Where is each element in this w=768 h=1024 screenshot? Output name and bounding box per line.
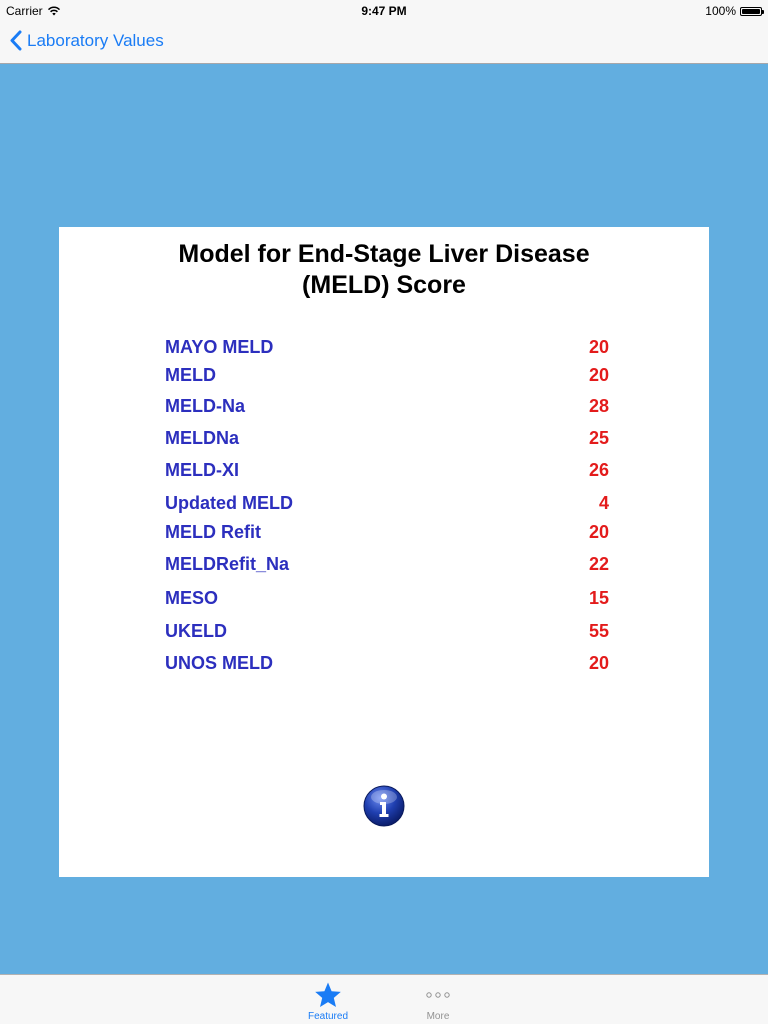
navigation-bar: Laboratory Values xyxy=(0,20,768,64)
score-row-meldrefit-na: MELDRefit_Na 22 xyxy=(165,550,609,576)
score-name: MELD Refit xyxy=(165,522,261,542)
info-icon xyxy=(363,785,405,827)
chevron-left-icon xyxy=(10,30,22,51)
score-value: 55 xyxy=(588,621,609,641)
score-value: 4 xyxy=(598,493,609,513)
score-name: MESO xyxy=(165,588,219,608)
score-value: 25 xyxy=(588,428,609,448)
battery-icon xyxy=(740,6,764,16)
score-row-mayo-meld: MAYO MELD 20 xyxy=(165,333,609,359)
score-value: 22 xyxy=(588,554,609,574)
score-name: Updated MELD xyxy=(165,493,293,513)
back-button-label: Laboratory Values xyxy=(27,30,164,50)
score-row-meldna: MELDNa 25 xyxy=(165,424,609,450)
score-row-updated-meld: Updated MELD 4 xyxy=(165,489,609,515)
more-icon xyxy=(426,992,450,998)
score-name: UKELD xyxy=(165,621,227,641)
score-row-ukeld: UKELD 55 xyxy=(165,617,609,643)
score-row-meld-xi: MELD-XI 26 xyxy=(165,456,609,482)
card-title: Model for End-Stage Liver Disease (MELD)… xyxy=(59,239,709,301)
score-name: MELDNa xyxy=(165,428,240,448)
battery-status: 100% xyxy=(705,4,764,18)
score-value: 15 xyxy=(588,588,609,608)
score-name: MELDRefit_Na xyxy=(165,554,290,574)
score-name: MAYO MELD xyxy=(165,337,274,357)
tab-featured[interactable]: Featured xyxy=(288,979,368,1022)
score-value: 26 xyxy=(588,460,609,480)
meld-score-card: Model for End-Stage Liver Disease (MELD)… xyxy=(59,227,709,877)
score-row-meld-na: MELD-Na 28 xyxy=(165,392,609,418)
score-value: 28 xyxy=(588,396,609,416)
status-time: 9:47 PM xyxy=(361,4,407,18)
tab-featured-label: Featured xyxy=(307,1011,349,1022)
card-title-line2: (MELD) Score xyxy=(302,271,466,299)
score-row-meso: MESO 15 xyxy=(165,584,609,610)
score-value: 20 xyxy=(588,365,609,385)
status-bar: Carrier 9:47 PM 100% xyxy=(0,0,768,20)
score-row-unos-meld: UNOS MELD 20 xyxy=(165,649,609,675)
info-button[interactable] xyxy=(363,785,405,827)
score-name: MELD-Na xyxy=(165,396,245,416)
tab-more[interactable]: More xyxy=(398,979,478,1022)
score-name: MELD-XI xyxy=(165,460,239,480)
tab-bar: Featured More xyxy=(0,974,768,1024)
score-value: 20 xyxy=(588,522,609,542)
score-name: UNOS MELD xyxy=(165,653,273,673)
battery-percent: 100% xyxy=(705,4,736,18)
card-title-line1: Model for End-Stage Liver Disease xyxy=(178,240,590,268)
score-row-meld-refit: MELD Refit 20 xyxy=(165,518,609,544)
star-icon xyxy=(315,982,341,1007)
score-name: MELD xyxy=(165,365,216,385)
back-button[interactable]: Laboratory Values xyxy=(10,30,164,51)
tab-more-label: More xyxy=(426,1011,450,1022)
score-value: 20 xyxy=(588,653,609,673)
score-row-meld: MELD 20 xyxy=(165,361,609,387)
score-value: 20 xyxy=(588,337,609,357)
